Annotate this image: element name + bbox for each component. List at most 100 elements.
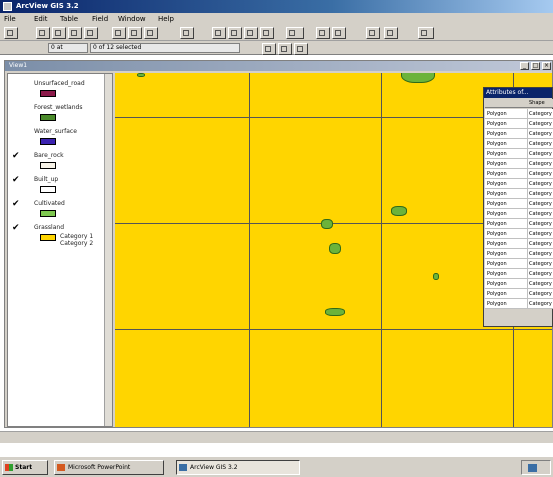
table-row[interactable]: Polygon Category [485, 189, 553, 199]
menu-help[interactable]: Help [158, 15, 174, 23]
column-header-shape[interactable]: Shape [529, 100, 545, 106]
legend-swatch [40, 138, 56, 145]
category-cell: Category [529, 291, 552, 297]
scale-field: 0 at [48, 43, 88, 53]
table-row[interactable]: Polygon Category [485, 289, 553, 299]
toc-layer-label: Grassland [34, 224, 64, 231]
app-icon [3, 2, 12, 11]
toc-category-label: Category 1 [60, 233, 94, 240]
menu-field[interactable]: Field [92, 15, 108, 23]
select-icon [231, 30, 237, 36]
text-icon [281, 46, 287, 52]
shape-cell: Polygon [487, 171, 507, 177]
menu-table[interactable]: Table [60, 15, 78, 23]
category-cell: Category [529, 211, 552, 217]
minimize-button[interactable]: _ [520, 62, 529, 70]
checkmark-icon[interactable]: ✔ [12, 224, 20, 233]
table-row[interactable]: Polygon Category [485, 199, 553, 209]
toc-scrollbar[interactable] [104, 74, 112, 426]
sort-ascending-button[interactable] [286, 27, 304, 39]
find-button[interactable] [180, 27, 194, 39]
vegetation-patch [433, 273, 439, 280]
category-cell: Category [529, 131, 552, 137]
column-separator [527, 179, 528, 189]
table-row[interactable]: Polygon Category [485, 149, 553, 159]
calculate-button[interactable] [366, 27, 380, 39]
help-button[interactable] [418, 27, 434, 39]
close-button[interactable]: × [542, 62, 551, 70]
paste-button[interactable] [128, 27, 142, 39]
network-icon[interactable] [528, 464, 537, 472]
table-row[interactable]: Polygon Category [485, 179, 553, 189]
maximize-button[interactable]: □ [531, 62, 540, 70]
summarize-button[interactable] [332, 27, 346, 39]
column-separator [527, 199, 528, 209]
arcview-icon [179, 464, 187, 471]
calculate-icon [369, 30, 375, 36]
category-cell: Category [529, 241, 552, 247]
table-row[interactable]: Polygon Category [485, 229, 553, 239]
taskbar-item-powerpoint[interactable]: Microsoft PowerPoint [54, 460, 164, 475]
table-row[interactable]: Polygon Category [485, 259, 553, 269]
table-row[interactable]: Polygon Category [485, 299, 553, 309]
add-table-button[interactable] [36, 27, 50, 39]
save-button[interactable] [4, 27, 18, 39]
menu-window[interactable]: Window [118, 15, 146, 23]
start-button[interactable]: Start [2, 460, 48, 475]
column-separator [527, 249, 528, 259]
grid-line [249, 73, 250, 427]
taskbar: Start Microsoft PowerPoint ArcView GIS 3… [0, 456, 553, 477]
shape-cell: Polygon [487, 201, 507, 207]
help-icon [421, 30, 427, 36]
column-separator [527, 299, 528, 309]
query-button[interactable] [212, 27, 226, 39]
table-row[interactable]: Polygon Category [485, 249, 553, 259]
table-row[interactable]: Polygon Category [485, 119, 553, 129]
copy-button[interactable] [112, 27, 126, 39]
checkmark-icon[interactable]: ✔ [12, 152, 20, 161]
sort-descending-button[interactable] [316, 27, 330, 39]
menu-edit[interactable]: Edit [34, 15, 48, 23]
category-cell: Category [529, 271, 552, 277]
table-row[interactable]: Polygon Category [485, 159, 553, 169]
shape-cell: Polygon [487, 221, 507, 227]
menu-file[interactable]: File [4, 15, 16, 23]
system-tray [521, 460, 551, 475]
toc-layer-label: Forest_wetlands [34, 104, 83, 111]
table-row[interactable]: Polygon Category [485, 109, 553, 119]
grid-line [115, 329, 552, 330]
toc-category-label: Category 2 [60, 240, 94, 247]
switch-selection-button[interactable] [260, 27, 274, 39]
sort-ascending-icon [289, 30, 295, 36]
undo-button[interactable] [144, 27, 158, 39]
pointer-tool-button[interactable] [262, 43, 276, 55]
column-separator [527, 129, 528, 139]
save-icon [7, 30, 13, 36]
promote-button[interactable] [244, 27, 258, 39]
identify-tool-button[interactable] [294, 43, 308, 55]
table-row[interactable]: Polygon Category [485, 129, 553, 139]
shape-cell: Polygon [487, 161, 507, 167]
print-button[interactable] [68, 27, 82, 39]
shape-cell: Polygon [487, 181, 507, 187]
text-tool-button[interactable] [278, 43, 292, 55]
taskbar-item-arcview[interactable]: ArcView GIS 3.2 [176, 460, 300, 475]
table-row[interactable]: Polygon Category [485, 139, 553, 149]
status-toolbar: 0 at 0 of 12 selected [0, 41, 553, 55]
checkmark-icon[interactable]: ✔ [12, 176, 20, 185]
cut-button[interactable] [84, 27, 98, 39]
checkmark-icon[interactable]: ✔ [12, 200, 20, 209]
vegetation-patch [391, 206, 407, 216]
table-row[interactable]: Polygon Category [485, 169, 553, 179]
table-row[interactable]: Polygon Category [485, 219, 553, 229]
table-row[interactable]: Polygon Category [485, 269, 553, 279]
column-separator [527, 279, 528, 289]
table-row[interactable]: Polygon Category [485, 279, 553, 289]
table-properties-button[interactable] [52, 27, 66, 39]
statistics-button[interactable] [384, 27, 398, 39]
table-row[interactable]: Polygon Category [485, 239, 553, 249]
toc-layer-label: Built_up [34, 176, 59, 183]
select-button[interactable] [228, 27, 242, 39]
table-row[interactable]: Polygon Category [485, 209, 553, 219]
category-cell: Category [529, 151, 552, 157]
